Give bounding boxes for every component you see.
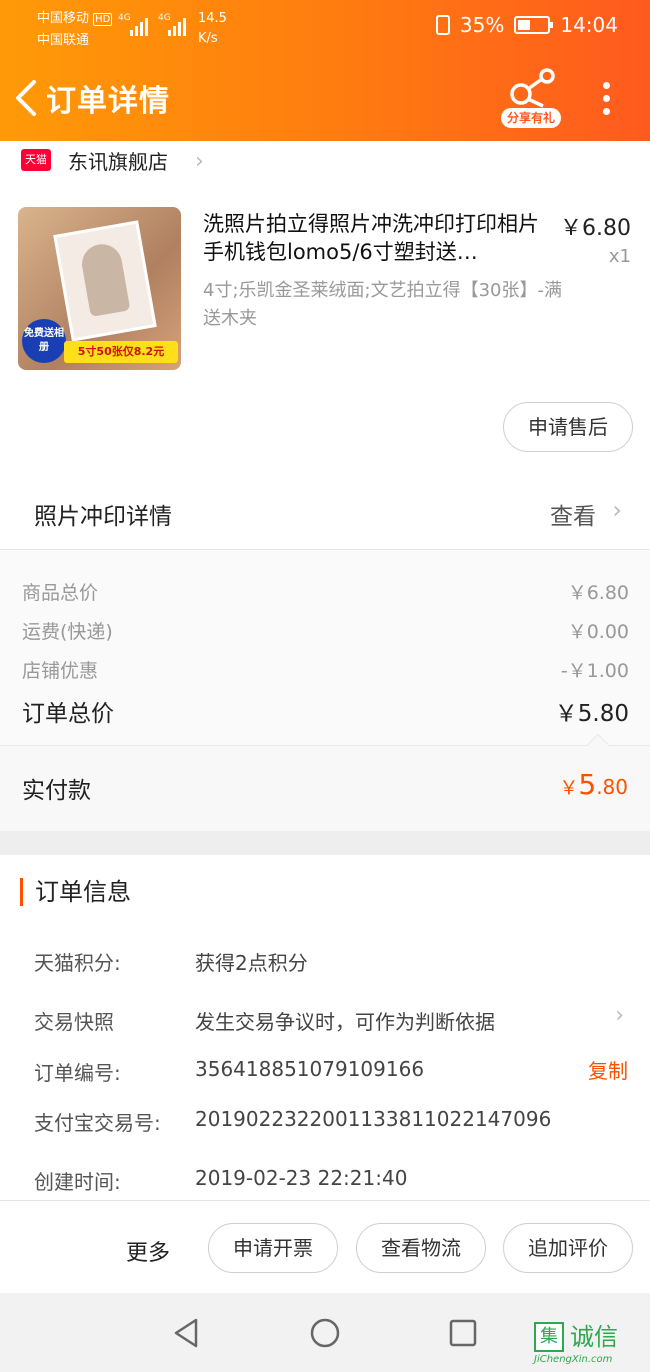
info-value: 发生交易争议时，可作为判断依据 — [195, 1010, 495, 1034]
paid-label: 实付款 — [22, 778, 91, 804]
right-status: 35% 14:04 — [435, 13, 618, 37]
share-gift-button[interactable]: 分享有礼 — [499, 68, 563, 128]
info-value: 2019022322001133811022147096 — [195, 1107, 552, 1131]
logistics-button[interactable]: 查看物流 — [356, 1223, 486, 1273]
print-details-view: 查看 — [550, 504, 596, 530]
summary-label: 商品总价 — [22, 582, 99, 604]
summary-value: ￥6.80 — [567, 582, 629, 604]
signal-icon — [130, 14, 148, 36]
info-value: 356418851079109166 — [195, 1057, 425, 1081]
battery-icon — [514, 16, 554, 34]
watermark: 集 诚信 JiChengXin.com — [534, 1322, 644, 1368]
photo-print-image — [53, 220, 157, 342]
net-speed: 14.5 K/s — [198, 9, 227, 49]
net-speed-unit: K/s — [198, 31, 218, 46]
summary-row: 商品总价 ￥6.80 — [22, 578, 629, 605]
info-value: 获得2点积分 — [195, 951, 308, 975]
recents-square-icon[interactable] — [449, 1319, 477, 1347]
free-album-badge: 免费送相册 — [22, 319, 66, 363]
product-quantity: x1 — [608, 246, 631, 267]
info-key: 支付宝交易号: — [34, 1111, 161, 1135]
summary-value: ￥0.00 — [567, 621, 629, 643]
print-details-label: 照片冲印详情 — [34, 504, 172, 530]
shop-name: 东讯旗舰店 — [68, 150, 168, 174]
product-thumbnail[interactable]: 免费送相册 5寸50张仅8.2元 — [18, 207, 181, 370]
print-details-row[interactable]: 照片冲印详情 查看 › — [0, 480, 650, 550]
section-divider — [0, 831, 650, 855]
nav-bar: 订单详情 分享有礼 — [0, 52, 650, 141]
info-value: 2019-02-23 22:21:40 — [195, 1166, 408, 1190]
network-type-1: 4G — [118, 13, 131, 23]
chevron-right-icon: › — [195, 149, 204, 174]
hd-badge: HD — [93, 13, 113, 26]
chevron-right-icon: › — [612, 496, 622, 524]
carrier-info: 中国移动 HD 中国联通 — [37, 8, 113, 51]
info-key: 天猫积分: — [34, 951, 121, 975]
summary-row: 店铺优惠 -￥1.00 — [22, 656, 629, 683]
battery-percent: 35% — [459, 13, 505, 37]
share-icon — [510, 68, 555, 108]
back-arrow-icon[interactable] — [12, 80, 42, 116]
tmall-icon: 天猫 — [21, 149, 51, 171]
add-review-button[interactable]: 追加评价 — [503, 1223, 633, 1273]
info-key: 创建时间: — [34, 1170, 121, 1194]
summary-row: 运费(快递) ￥0.00 — [22, 617, 629, 644]
watermark-logo: 集 — [534, 1322, 564, 1352]
price-summary: 商品总价 ￥6.80 运费(快递) ￥0.00 店铺优惠 -￥1.00 订单总价… — [0, 551, 650, 745]
page-title: 订单详情 — [46, 84, 170, 119]
paid-decimal: .80 — [596, 775, 628, 799]
paid-amount-row: 实付款 ￥5.80 — [0, 733, 650, 831]
signal-icon-2 — [168, 14, 186, 36]
product-price: ￥6.80 — [560, 216, 631, 241]
watermark-text: 诚信 — [570, 1323, 618, 1351]
summary-label: 运费(快递) — [22, 621, 113, 643]
info-key: 交易快照 — [34, 1010, 114, 1034]
share-label: 分享有礼 — [501, 108, 561, 128]
chevron-right-icon[interactable]: › — [615, 1003, 624, 1028]
invoice-button[interactable]: 申请开票 — [208, 1223, 338, 1273]
info-key: 订单编号: — [34, 1061, 121, 1085]
order-info-heading: 订单信息 — [20, 878, 131, 906]
more-button[interactable]: 更多 — [126, 1235, 170, 1267]
order-total-label: 订单总价 — [22, 701, 114, 727]
order-total-row: 订单总价 ￥5.80 — [22, 694, 629, 728]
app-header: 中国移动 HD 中国联通 4G 4G 14.5 K/s 35% 14:04 订单… — [0, 0, 650, 141]
home-circle-icon[interactable] — [309, 1317, 341, 1349]
copy-button[interactable]: 复制 — [588, 1055, 628, 1084]
clock: 14:04 — [560, 13, 618, 37]
paid-integer: 5 — [578, 768, 597, 801]
shop-row[interactable]: 天猫 东讯旗舰店 › — [0, 141, 650, 181]
back-triangle-icon[interactable] — [172, 1318, 200, 1348]
order-total-value: ￥5.80 — [554, 701, 629, 727]
product-spec: 4寸;乐凯金圣莱绒面;文艺拍立得【30张】-满送木夹 — [203, 280, 562, 329]
summary-value: -￥1.00 — [560, 660, 629, 682]
after-sale-button[interactable]: 申请售后 — [503, 402, 633, 452]
paid-amount: ￥5.80 — [559, 768, 628, 801]
net-speed-value: 14.5 — [198, 11, 227, 26]
vibrate-icon — [435, 15, 450, 35]
carrier-1: 中国移动 — [37, 11, 90, 26]
promo-price-badge: 5寸50张仅8.2元 — [64, 341, 178, 363]
watermark-url: JiChengXin.com — [534, 1354, 613, 1365]
status-bar: 中国移动 HD 中国联通 4G 4G 14.5 K/s 35% 14:04 — [0, 0, 650, 52]
carrier-2: 中国联通 — [37, 33, 90, 48]
more-menu-icon[interactable] — [596, 82, 616, 118]
summary-label: 店铺优惠 — [22, 660, 99, 682]
paid-currency: ￥ — [559, 777, 579, 799]
product-title[interactable]: 洗照片拍立得照片冲洗冲印打印相片手机钱包lomo5/6寸塑封送… — [203, 210, 553, 266]
